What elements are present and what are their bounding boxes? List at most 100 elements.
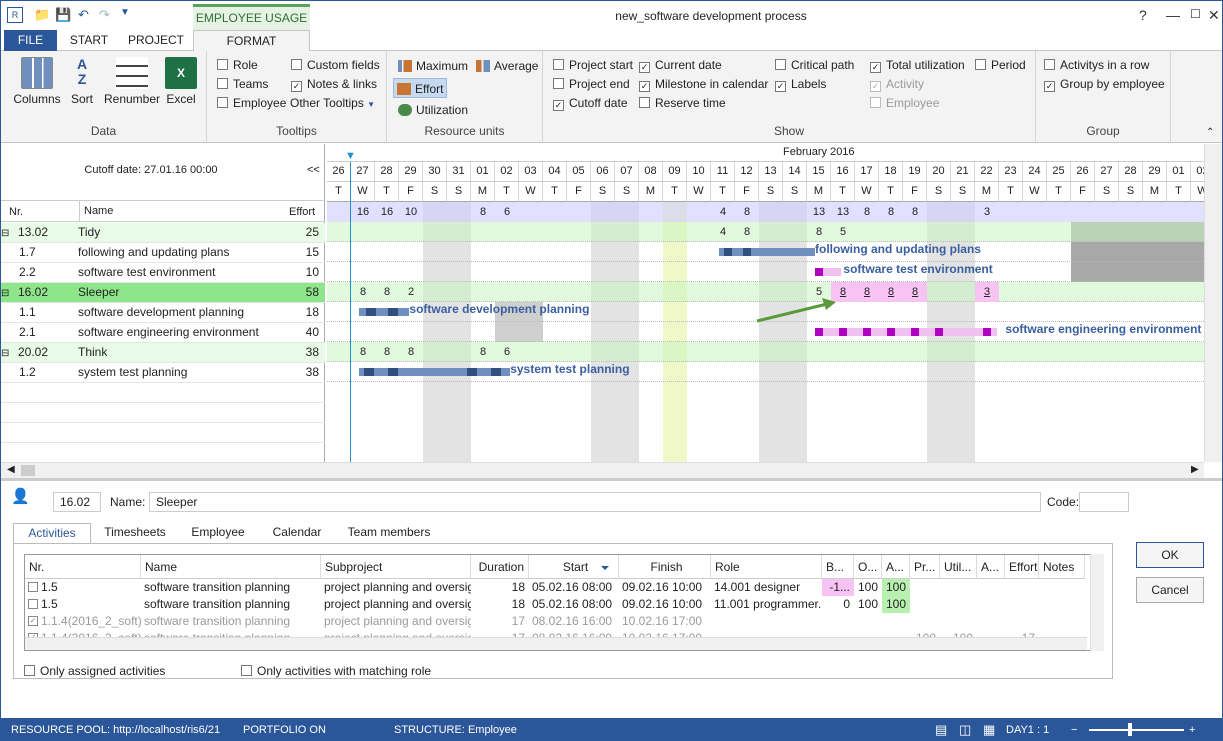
tab-start[interactable]: START	[63, 30, 115, 51]
row-checkbox[interactable]	[28, 599, 38, 609]
col-header[interactable]: Duration	[471, 555, 529, 579]
row-checkbox[interactable]	[28, 650, 38, 651]
table-vscrollbar[interactable]	[1090, 554, 1104, 651]
col-header[interactable]: Finish	[619, 555, 711, 579]
table-cell[interactable]: software transition planning	[141, 579, 321, 596]
expand-toggle-icon[interactable]: ⊟	[1, 348, 9, 359]
table-cell[interactable]	[1005, 579, 1039, 596]
col-header[interactable]: Name	[141, 555, 321, 579]
reserve-time-checkbox[interactable]: Reserve time	[639, 96, 726, 112]
col-header[interactable]: Subproject	[321, 555, 471, 579]
undo-icon[interactable]: ↶	[78, 7, 89, 23]
collapse-panel-button[interactable]: <<	[307, 164, 320, 176]
save-icon[interactable]: 💾	[55, 7, 71, 23]
tab-timesheets[interactable]: Timesheets	[97, 523, 173, 543]
row-checkbox[interactable]	[28, 582, 38, 592]
milestone-calendar-checkbox[interactable]: ✓ Milestone in calendar	[639, 77, 768, 93]
zoom-in-icon[interactable]: +	[1189, 724, 1195, 736]
list-row[interactable]: 1.7 following and updating plans 15	[1, 243, 325, 263]
tab-employee[interactable]: Employee	[183, 523, 253, 543]
table-cell[interactable]	[977, 579, 1005, 596]
table-cell[interactable]: 11.001 programmer...	[711, 596, 822, 613]
teams-checkbox[interactable]: Teams	[217, 77, 268, 93]
tab-file[interactable]: FILE	[4, 30, 57, 51]
minimize-icon[interactable]: —	[1166, 7, 1180, 23]
view-split-icon[interactable]: ◫	[959, 722, 971, 738]
employee-nr-field[interactable]: 16.02	[53, 492, 101, 512]
project-end-checkbox[interactable]: Project end	[553, 77, 630, 93]
project-start-checkbox[interactable]: Project start	[553, 58, 633, 74]
view-grid-icon[interactable]: ▦	[983, 722, 995, 738]
table-cell[interactable]: 100	[854, 596, 882, 613]
tab-calendar[interactable]: Calendar	[263, 523, 331, 543]
maximize-icon[interactable]: ☐	[1190, 7, 1201, 21]
table-cell[interactable]: 100	[854, 579, 882, 596]
col-header[interactable]: Pr...	[910, 555, 940, 579]
list-row[interactable]: 1.2 system test planning 38	[1, 363, 325, 383]
role-checkbox[interactable]: Role	[217, 58, 258, 74]
quick-access-dropdown-icon[interactable]: ▼	[120, 7, 130, 18]
table-cell[interactable]: 1.5	[25, 596, 141, 613]
employee-tooltip-checkbox[interactable]: Employee	[217, 96, 286, 112]
utilization-button[interactable]: Utilization	[395, 100, 471, 120]
custom-fields-checkbox[interactable]: Custom fields	[291, 58, 380, 74]
table-cell[interactable]: 0	[822, 596, 854, 613]
table-cell[interactable]	[910, 579, 940, 596]
scroll-left-icon[interactable]: ◀	[7, 464, 15, 475]
scroll-right-icon[interactable]: ▶	[1191, 464, 1199, 475]
table-cell[interactable]	[940, 596, 977, 613]
only-matching-checkbox[interactable]: Only activities with matching role	[241, 664, 431, 680]
table-cell[interactable]: 1.1.4(2016_2_soft)	[25, 613, 141, 630]
table-cell[interactable]	[822, 613, 854, 630]
activity-bar[interactable]	[719, 248, 815, 256]
table-cell[interactable]: 100	[882, 596, 910, 613]
notes-links-checkbox[interactable]: ✓ Notes & links	[291, 77, 377, 93]
list-row[interactable]: ⊟ 13.02 Tidy 25	[1, 223, 325, 243]
expand-toggle-icon[interactable]: ⊟	[1, 288, 9, 299]
table-cell[interactable]	[1005, 613, 1039, 630]
table-cell[interactable]: 100	[882, 579, 910, 596]
table-cell[interactable]: 18	[471, 579, 529, 596]
view-layout-icon[interactable]: ▤	[935, 722, 947, 738]
horizontal-scrollbar[interactable]: ◀ ▶	[1, 462, 1204, 478]
period-checkbox[interactable]: Period	[975, 58, 1026, 74]
table-cell[interactable]	[711, 613, 822, 630]
labels-checkbox[interactable]: ✓ Labels	[775, 77, 826, 93]
col-header[interactable]: Notes	[1039, 555, 1085, 579]
table-cell[interactable]: 18	[471, 596, 529, 613]
col-name-header[interactable]: Name	[79, 201, 113, 222]
context-tab-employee-usage[interactable]: EMPLOYEE USAGE	[193, 4, 310, 30]
table-cell[interactable]	[940, 579, 977, 596]
table-cell[interactable]: project planning and oversight	[321, 596, 471, 613]
employee-name-field[interactable]: Sleeper	[149, 492, 1041, 512]
activity-bar[interactable]	[359, 368, 511, 376]
other-tooltips-dropdown[interactable]: Other Tooltips ▼	[290, 96, 375, 112]
col-nr-header[interactable]: Nr.	[9, 206, 23, 218]
expand-toggle-icon[interactable]: ⊟	[1, 228, 9, 239]
col-header[interactable]: Effort	[1005, 555, 1039, 579]
table-cell[interactable]: 10.02.16 17:00	[619, 613, 711, 630]
zoom-slider[interactable]	[1089, 729, 1184, 731]
scroll-thumb[interactable]	[21, 465, 35, 476]
col-header[interactable]: A...	[977, 555, 1005, 579]
table-cell[interactable]	[940, 613, 977, 630]
list-row[interactable]: 1.1 software development planning 18	[1, 303, 325, 323]
vertical-scrollbar[interactable]	[1204, 144, 1222, 462]
average-button[interactable]: Average	[473, 56, 541, 76]
cutoff-date-checkbox[interactable]: ✓ Cutoff date	[553, 96, 628, 112]
columns-button[interactable]: Columns	[9, 57, 65, 106]
table-cell[interactable]: 08.02.16 16:00	[529, 613, 619, 630]
table-cell[interactable]: 09.02.16 10:00	[619, 579, 711, 596]
tab-project[interactable]: PROJECT	[126, 30, 186, 51]
table-cell[interactable]	[910, 613, 940, 630]
list-row[interactable]: ⊟ 20.02 Think 38	[1, 343, 325, 363]
redo-icon[interactable]: ↷	[99, 7, 110, 23]
table-cell[interactable]: 1.5	[25, 579, 141, 596]
table-cell[interactable]	[910, 596, 940, 613]
ok-button[interactable]: OK	[1136, 542, 1204, 568]
activities-in-row-checkbox[interactable]: Activitys in a row	[1044, 58, 1149, 74]
table-cell[interactable]: 09.02.16 10:00	[619, 596, 711, 613]
zoom-out-icon[interactable]: −	[1071, 724, 1077, 736]
zoom-slider-thumb[interactable]	[1128, 723, 1132, 736]
tab-team-members[interactable]: Team members	[341, 523, 437, 543]
